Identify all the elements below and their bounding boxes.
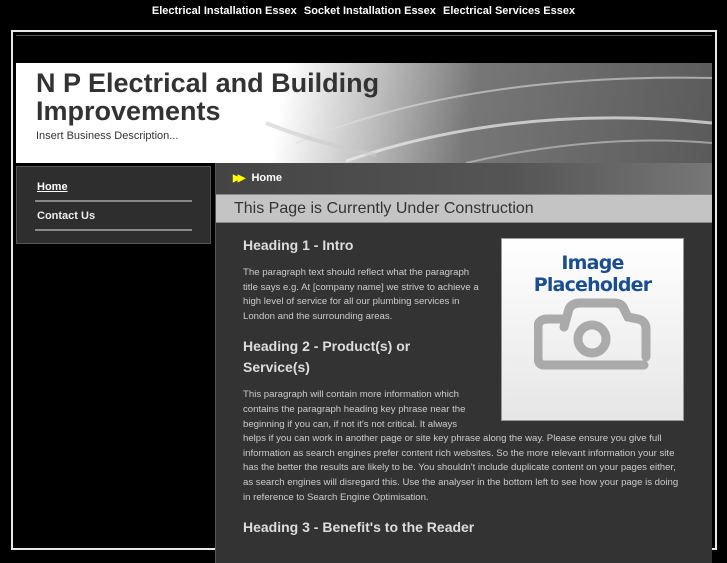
sidebar-nav: Home Contact Us <box>16 166 211 244</box>
page-title: This Page is Currently Under Constructio… <box>216 194 712 223</box>
double-arrow-icon: ▶▶ <box>233 173 246 184</box>
top-link-socket-installation[interactable]: Socket Installation Essex <box>304 5 436 17</box>
page-frame: N P Electrical and Building Improvements… <box>11 30 717 563</box>
top-link-electrical-services[interactable]: Electrical Services Essex <box>443 5 575 17</box>
camera-icon <box>534 298 651 370</box>
site-title: N P Electrical and Building Improvements <box>36 68 380 126</box>
site-header: N P Electrical and Building Improvements… <box>16 63 712 163</box>
image-placeholder-label: Image Placeholder <box>533 252 652 296</box>
top-link-electrical-installation[interactable]: Electrical Installation Essex <box>152 5 297 17</box>
top-bar <box>16 35 712 63</box>
image-placeholder: Image Placeholder <box>501 238 684 421</box>
breadcrumb-home[interactable]: Home <box>251 172 282 184</box>
sidebar-item-home[interactable]: Home <box>35 173 192 202</box>
top-links: Electrical Installation Essex Socket Ins… <box>0 5 727 17</box>
main-content: ▶▶ Home This Page is Currently Under Con… <box>215 163 712 563</box>
site-description: Insert Business Description... <box>36 130 179 142</box>
breadcrumb: ▶▶ Home <box>216 163 712 194</box>
section-heading: Heading 3 - Benefit's to the Reader <box>243 519 475 536</box>
sidebar-item-contact-us[interactable]: Contact Us <box>35 202 192 231</box>
